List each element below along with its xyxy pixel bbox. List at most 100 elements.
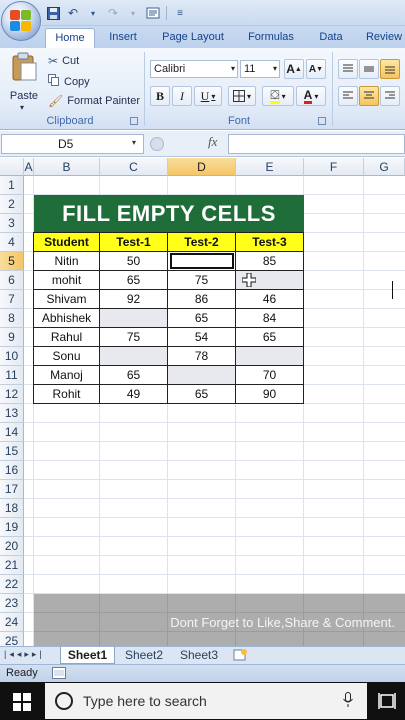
paste-button[interactable]: Paste ▾ — [6, 52, 42, 112]
underline-button[interactable]: U ▾ — [194, 86, 222, 106]
copy-button[interactable]: Copy — [48, 74, 90, 89]
fill-color-button[interactable]: ⛋ ▾ — [262, 86, 294, 106]
table-cell[interactable] — [100, 309, 168, 328]
align-left-button[interactable] — [338, 86, 358, 106]
macro-record-icon[interactable] — [52, 667, 66, 679]
column-header-a[interactable]: A — [24, 158, 34, 176]
align-bottom-button[interactable] — [380, 59, 400, 79]
row-header-22[interactable]: 22 — [0, 575, 24, 594]
tab-home[interactable]: Home — [45, 28, 95, 48]
row-header-20[interactable]: 20 — [0, 537, 24, 556]
align-middle-button[interactable] — [359, 59, 379, 79]
table-cell[interactable] — [168, 366, 236, 385]
table-header-cell[interactable]: Test-1 — [100, 233, 168, 252]
row-header-24[interactable]: 24 — [0, 613, 24, 632]
align-center-button[interactable] — [359, 86, 379, 106]
active-cell-outline[interactable] — [170, 253, 234, 269]
row-header-6[interactable]: 6 — [0, 271, 24, 290]
table-cell[interactable]: 54 — [168, 328, 236, 347]
tab-data[interactable]: Data — [311, 28, 351, 48]
table-cell[interactable]: 65 — [236, 328, 304, 347]
redo-dropdown-icon[interactable]: ▾ — [126, 6, 140, 20]
windows-start-icon[interactable] — [13, 693, 31, 711]
table-cell[interactable]: 75 — [168, 271, 236, 290]
table-cell[interactable]: 75 — [100, 328, 168, 347]
undo-icon[interactable]: ↶ — [66, 6, 80, 20]
table-header-cell[interactable]: Student — [34, 233, 100, 252]
row-header-12[interactable]: 12 — [0, 385, 24, 404]
row-header-17[interactable]: 17 — [0, 480, 24, 499]
font-dialog-launcher-icon[interactable] — [318, 117, 326, 125]
format-painter-button[interactable]: 🖌 Format Painter — [48, 94, 140, 108]
table-cell[interactable]: 78 — [168, 347, 236, 366]
customize-toolbar-icon[interactable]: ≡ — [173, 6, 187, 20]
sheet-tab-sheet2[interactable]: Sheet2 — [118, 647, 170, 664]
table-cell[interactable]: Abhishek — [34, 309, 100, 328]
table-cell[interactable]: Shivam — [34, 290, 100, 309]
taskbar-search-box[interactable]: Type here to search — [45, 683, 367, 719]
formula-bar-resize-handle[interactable] — [150, 137, 164, 151]
font-color-button[interactable]: A ▾ — [296, 86, 326, 106]
row-header-15[interactable]: 15 — [0, 442, 24, 461]
column-header-f[interactable]: F — [304, 158, 364, 176]
task-view-icon[interactable] — [378, 692, 396, 710]
row-header-18[interactable]: 18 — [0, 499, 24, 518]
sheet-tab-sheet1[interactable]: Sheet1 — [60, 647, 115, 664]
microphone-icon[interactable] — [343, 692, 353, 708]
row-header-13[interactable]: 13 — [0, 404, 24, 423]
table-cell[interactable]: mohit — [34, 271, 100, 290]
table-cell[interactable]: 92 — [100, 290, 168, 309]
sheet-navigation-arrows-icon[interactable]: |◂◂▸▸| — [4, 649, 45, 660]
table-cell[interactable]: 49 — [100, 385, 168, 404]
name-box[interactable]: D5 — [1, 134, 144, 154]
table-cell[interactable]: 86 — [168, 290, 236, 309]
worksheet-grid[interactable]: A B C D E F G 1 2 3 4 5 6 7 8 9 10 11 12 13 14 15 16 17 18 19 20 21… — [0, 158, 405, 651]
table-cell[interactable]: Rohit — [34, 385, 100, 404]
row-header-7[interactable]: 7 — [0, 290, 24, 309]
font-name-select[interactable]: Calibri ▾ — [150, 60, 238, 78]
row-header-3[interactable]: 3 — [0, 214, 24, 233]
shrink-font-button[interactable]: A ▼ — [306, 59, 326, 79]
row-header-1[interactable]: 1 — [0, 176, 24, 195]
table-cell[interactable]: Sonu — [34, 347, 100, 366]
tab-insert[interactable]: Insert — [100, 28, 146, 48]
row-header-4[interactable]: 4 — [0, 233, 24, 252]
table-cell[interactable]: Nitin — [34, 252, 100, 271]
table-cell[interactable]: Manoj — [34, 366, 100, 385]
table-cell[interactable] — [236, 347, 304, 366]
table-cell[interactable]: 84 — [236, 309, 304, 328]
table-header-cell[interactable]: Test-2 — [168, 233, 236, 252]
row-header-14[interactable]: 14 — [0, 423, 24, 442]
table-cell[interactable]: 70 — [236, 366, 304, 385]
align-right-button[interactable] — [380, 86, 400, 106]
font-size-select[interactable]: 11 ▾ — [240, 60, 280, 78]
row-header-19[interactable]: 19 — [0, 518, 24, 537]
bold-button[interactable]: B — [150, 86, 170, 106]
table-cell[interactable] — [100, 347, 168, 366]
table-cell[interactable]: 85 — [236, 252, 304, 271]
print-preview-icon[interactable] — [146, 6, 160, 20]
align-top-button[interactable] — [338, 59, 358, 79]
row-header-16[interactable]: 16 — [0, 461, 24, 480]
redo-icon[interactable]: ↷ — [106, 6, 120, 20]
tab-page-layout[interactable]: Page Layout — [155, 28, 231, 48]
table-cell[interactable]: 65 — [100, 366, 168, 385]
row-header-8[interactable]: 8 — [0, 309, 24, 328]
row-header-9[interactable]: 9 — [0, 328, 24, 347]
formula-input[interactable] — [228, 134, 405, 154]
tab-review[interactable]: Review — [362, 28, 405, 48]
row-header-11[interactable]: 11 — [0, 366, 24, 385]
sheet-tab-sheet3[interactable]: Sheet3 — [173, 647, 225, 664]
column-header-g[interactable]: G — [364, 158, 405, 176]
borders-button[interactable]: ▾ — [228, 86, 256, 106]
table-cell[interactable]: 50 — [100, 252, 168, 271]
cut-button[interactable]: ✂ Cut — [48, 54, 79, 68]
row-header-21[interactable]: 21 — [0, 556, 24, 575]
grow-font-button[interactable]: A ▲ — [284, 59, 304, 79]
insert-function-icon[interactable]: fx — [208, 134, 217, 150]
table-cell[interactable]: 65 — [168, 309, 236, 328]
row-header-23[interactable]: 23 — [0, 594, 24, 613]
undo-dropdown-icon[interactable]: ▾ — [86, 6, 100, 20]
table-cell[interactable]: Rahul — [34, 328, 100, 347]
office-button[interactable] — [1, 1, 41, 41]
